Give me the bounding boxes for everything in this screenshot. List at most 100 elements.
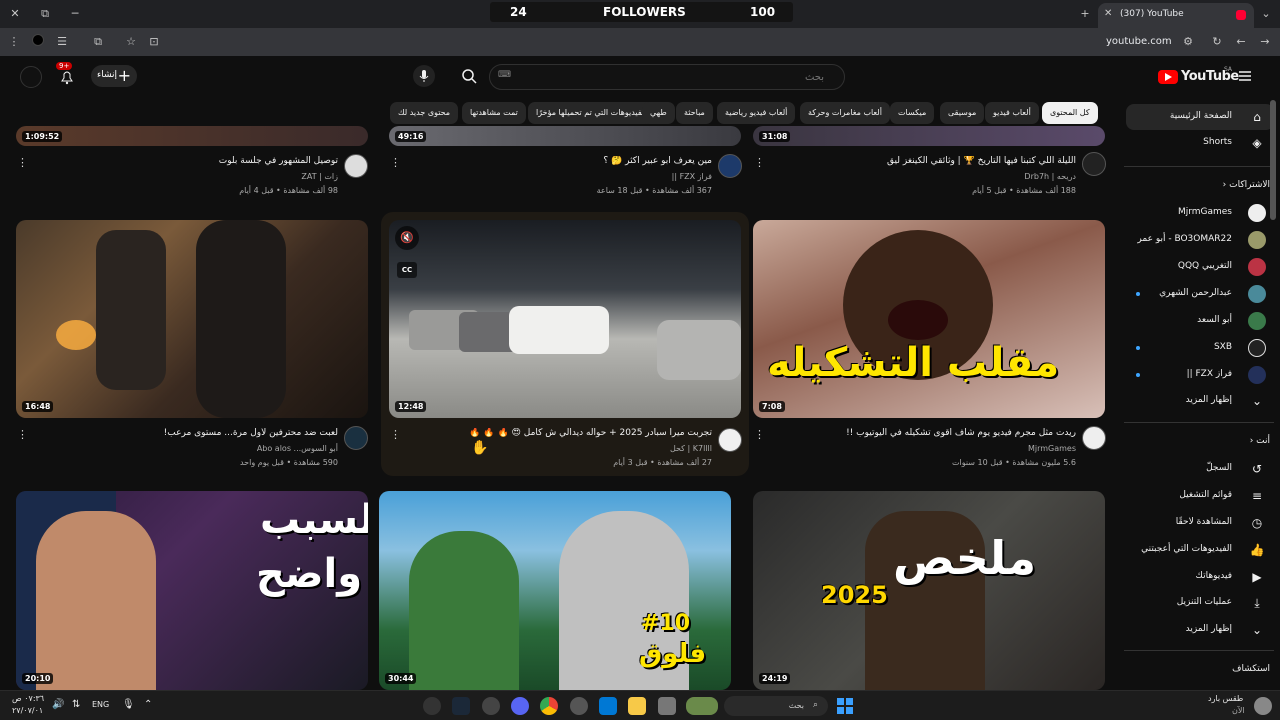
sidebar-sub-sxb[interactable]: SXB [1126,335,1274,361]
page-scrollbar[interactable] [1270,100,1276,220]
channel-avatar[interactable] [344,426,368,450]
extensions-icon[interactable]: ⧉ [90,34,106,50]
reload-icon[interactable]: ↻ [1209,34,1225,50]
video-title[interactable]: الليلة اللي كتبنا فيها التاريخ 🏆 | وثائق… [800,156,1076,166]
chip-new-for-you[interactable]: محتوى جديد لك [390,102,459,124]
sidebar-item-shorts[interactable]: ◈ Shorts [1126,130,1274,156]
voice-search-button[interactable] [413,65,435,87]
browser-tab-youtube[interactable]: ✕ (307) YouTube [1098,3,1254,28]
task-view-icon[interactable] [658,697,676,715]
video-thumbnail[interactable]: ملخص 2025 24:19 [753,491,1105,690]
video-title[interactable]: مين يعرف ابو عبير اكثر 🤔 ؟ [440,156,712,166]
restore-window-icon[interactable]: ⧉ [36,5,54,23]
back-icon[interactable]: → [1257,34,1273,50]
sidebar-show-more-you[interactable]: ⌄ إظهار المزيد [1126,617,1274,643]
video-thumbnail[interactable]: لسبب واضح 20:10 [16,491,368,690]
profile-icon[interactable] [30,34,46,50]
chip-video-games[interactable]: ألعاب فيديو [985,102,1039,124]
new-tab-icon[interactable]: + [1076,5,1094,23]
video-title[interactable]: لعبت ضد محترفين لأول مرة... مستوى مرعب! [60,428,338,438]
video-title[interactable]: ريدت مثل مجرم فيديو يوم شاف أقوى تشكيله … [780,428,1076,438]
store-icon[interactable] [599,697,617,715]
taskbar-time[interactable]: ٠٧:٣٦ ص [12,694,44,703]
video-thumbnail[interactable]: 16:48 [16,220,368,418]
video-thumbnail[interactable]: 49:16 [389,126,741,146]
network-icon[interactable]: ⇅ [72,699,80,710]
more-options-icon[interactable]: ⋮ [17,156,28,170]
channel-name[interactable]: زات | ZAT [160,172,338,181]
sidebar-sub-abdulrahman[interactable]: عبدالرحمن الشهري [1126,281,1274,307]
taskbar-date[interactable]: ٢٧/٠٧/٠١ [12,706,43,715]
windows-start-icon[interactable] [836,697,854,715]
steam-icon[interactable] [452,697,470,715]
sidebar-item-home[interactable]: ⌂ الصفحة الرئيسية [1126,104,1274,130]
sidebar-item-history[interactable]: ↺ السجلّ [1126,456,1274,482]
reading-list-icon[interactable]: ☰ [54,34,70,50]
chip-mixes[interactable]: ميكسات [890,102,935,124]
speaker-icon[interactable]: 🔊 [52,699,64,710]
sidebar-item-playlists[interactable]: ≡ قوائم التشغيل [1126,483,1274,509]
weather-label[interactable]: طقس بارد [1208,694,1243,703]
chip-music[interactable]: موسيقى [940,102,985,124]
search-button[interactable] [455,64,483,88]
captions-icon[interactable]: CC [397,262,417,278]
channel-name[interactable]: K7llll | كحل [540,444,712,453]
more-options-icon[interactable]: ⋮ [390,156,401,170]
you-header[interactable]: أنت ‹ [1250,436,1270,446]
chip-watched[interactable]: تمت مشاهدتها [462,102,526,124]
video-thumbnail[interactable]: 1:09:52 [16,126,368,146]
tray-chevron-icon[interactable]: ⌃ [144,699,152,710]
chip-debate[interactable]: مباحثة [676,102,713,124]
search-input[interactable] [504,69,824,85]
notifications-button[interactable]: 9+ [56,62,78,88]
chrome-icon[interactable] [540,697,558,715]
keyboard-icon[interactable]: ⌨ [498,70,511,80]
install-app-icon[interactable]: ⊡ [146,34,162,50]
chip-sports-games[interactable]: ألعاب فيديو رياضية [717,102,796,124]
chip-cooking[interactable]: طهي [642,102,675,124]
subscriptions-header[interactable]: الاشتراكات ‹ [1223,180,1270,190]
bookmark-star-icon[interactable]: ☆ [123,34,139,50]
video-title[interactable]: توصيل المشهور في جلسة بلوت [60,156,338,166]
minimize-window-icon[interactable]: ─ [66,5,84,23]
sidebar-sub-bo3omar22[interactable]: BO3OMAR22 - أبو عمر [1126,227,1274,253]
mic-tray-icon[interactable]: 🎙 [122,699,135,710]
chip-all[interactable]: كل المحتوى [1042,102,1098,124]
weather-icon[interactable] [1254,697,1272,715]
more-options-icon[interactable]: ⋮ [754,156,765,170]
widgets-icon[interactable] [686,697,718,715]
channel-avatar[interactable] [1082,152,1106,176]
sidebar-sub-mjrmgames[interactable]: MjrmGames [1126,200,1274,226]
create-button[interactable]: إنشاء + [91,65,137,87]
sidebar-sub-fzx[interactable]: فراز FZX || [1126,362,1274,388]
video-thumbnail[interactable]: 31:08 [753,126,1105,146]
video-title[interactable]: تجربت ميرا سبادر 2025 + حواله ديدالي ش ك… [420,428,712,438]
discord-icon[interactable] [511,697,529,715]
channel-name[interactable]: MjrmGames [900,444,1076,453]
menu-kebab-icon[interactable]: ⋮ [6,34,22,50]
sidebar-show-more-subs[interactable]: ⌄ إظهار المزيد [1126,388,1274,414]
tab-search-icon[interactable]: ⌄ [1257,5,1275,23]
sidebar-item-watch-later[interactable]: ◷ المشاهدة لاحقًا [1126,510,1274,536]
sidebar-item-liked-videos[interactable]: 👍 الفيديوهات التي أعجبتني [1126,537,1274,563]
language-indicator[interactable]: ENG [92,700,109,709]
channel-avatar[interactable] [1082,426,1106,450]
channel-avatar[interactable] [344,154,368,178]
close-window-icon[interactable]: ✕ [6,5,24,23]
file-explorer-icon[interactable] [628,697,646,715]
youtube-logo[interactable]: YouTube SA [1158,66,1239,86]
channel-avatar[interactable] [718,154,742,178]
chip-recently-uploaded[interactable]: الفيديوهات التي تم تحميلها مؤخرًا [528,102,655,124]
account-avatar[interactable] [20,66,42,88]
channel-avatar[interactable] [718,428,742,452]
guide-menu-button[interactable] [1238,69,1252,83]
video-thumbnail[interactable]: مقلب التشكيله 7:08 [753,220,1105,418]
chip-action-games[interactable]: ألعاب مغامرات وحركة [800,102,890,124]
video-thumbnail[interactable]: #10 فلوق 30:44 [379,491,731,690]
more-options-icon[interactable]: ⋮ [754,428,765,442]
forward-icon[interactable]: ← [1233,34,1249,50]
more-options-icon[interactable]: ⋮ [390,428,401,442]
sidebar-item-downloads[interactable]: ⤓ عمليات التنزيل [1126,590,1274,616]
close-tab-icon[interactable]: ✕ [1104,8,1112,19]
taskbar-search[interactable]: ⌕ بحث [724,696,828,716]
